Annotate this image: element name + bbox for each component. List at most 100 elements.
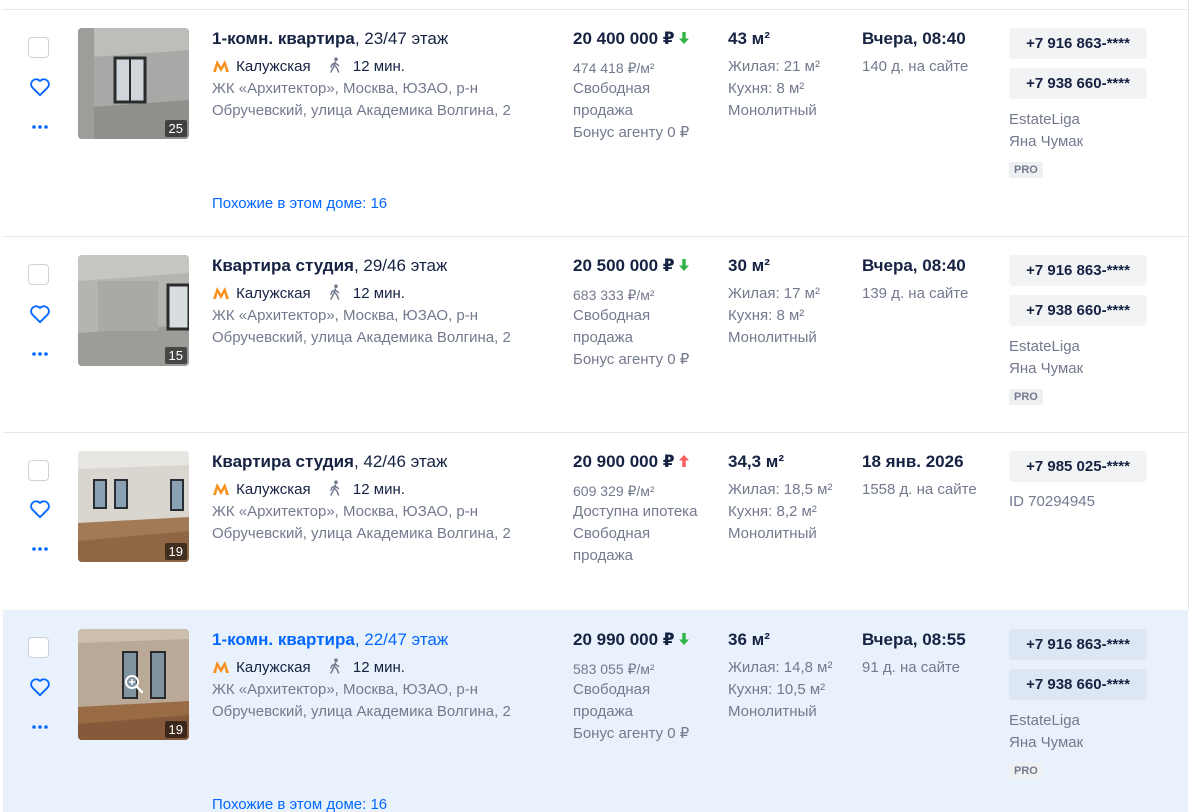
phone-button[interactable]: +7 938 660-**** [1009,669,1147,700]
walking-icon [330,480,339,496]
address-line: Обручевский, улица Академика Волгина, 2 [212,329,511,346]
agent-name: Яна Чумак [1009,734,1084,751]
listing-card[interactable]: 19 Квартира студия, 42/46 этаж Калужская… [3,433,1188,610]
price: 20 990 000 ₽ [573,630,689,650]
listing-photo[interactable]: 15 [78,255,189,366]
total-area: 36 м² [728,630,770,649]
price: 20 400 000 ₽ [573,29,689,49]
listing-card[interactable]: 25 1-комн. квартира, 23/47 этаж Калужска… [3,10,1188,236]
listing-title-link[interactable]: Квартира студия, 42/46 этаж [212,452,447,472]
price-down-icon [678,633,689,645]
metro-info: Калужская 12 мин. [212,480,405,498]
price-up-icon [678,455,689,467]
published-date: Вчера, 08:40 [862,29,966,48]
phone-button[interactable]: +7 938 660-**** [1009,68,1147,99]
kitchen-area: Кухня: 8,2 м² [728,503,817,520]
price-per-meter: 609 329 ₽/м² [573,483,655,499]
published-date: 18 янв. 2026 [862,452,964,471]
building-type: Монолитный [728,329,817,346]
favorite-heart-icon[interactable] [29,304,51,324]
metro-station: Калужская [236,58,311,75]
select-checkbox[interactable] [28,460,49,481]
favorite-heart-icon[interactable] [29,499,51,519]
listing-card[interactable]: 15 Квартира студия, 29/46 этаж Калужская… [3,237,1188,432]
days-on-site: 1558 д. на сайте [862,481,977,498]
more-options-icon[interactable] [31,723,49,731]
metro-info: Калужская 12 мин. [212,57,405,75]
sale-type: продажа [573,329,633,346]
sale-type: Свободная [573,681,651,698]
address-line: ЖК «Архитектор», Москва, ЮЗАО, р-н [212,681,479,698]
total-area: 34,3 м² [728,452,785,471]
agency-name[interactable]: EstateLiga [1009,109,1080,131]
listing-photo[interactable]: 19 [78,629,189,740]
select-checkbox[interactable] [28,637,49,658]
kitchen-area: Кухня: 8 м² [728,307,805,324]
total-area: 43 м² [728,29,770,48]
agent-name: Яна Чумак [1009,360,1084,377]
sale-type: продажа [573,547,633,564]
listing-table: 25 1-комн. квартира, 23/47 этаж Калужска… [0,0,1200,812]
price-down-icon [678,259,689,271]
phone-button[interactable]: +7 916 863-**** [1009,28,1147,59]
similar-in-building-link[interactable]: Похожие в этом доме: 16 [212,195,387,212]
walk-time: 12 мин. [352,285,405,302]
price: 20 900 000 ₽ [573,452,689,472]
zoom-icon[interactable] [124,674,144,694]
metro-icon [213,483,229,495]
sale-type: Свободная [573,307,651,324]
table-right-border [1188,0,1189,610]
sale-type: Свободная [573,525,651,542]
price: 20 500 000 ₽ [573,256,689,276]
metro-station: Калужская [236,481,311,498]
metro-icon [213,60,229,72]
address-line: Обручевский, улица Академика Волгина, 2 [212,703,511,720]
select-checkbox[interactable] [28,264,49,285]
address-line: ЖК «Архитектор», Москва, ЮЗАО, р-н [212,503,479,520]
mortgage-available: Доступна ипотека [573,503,698,520]
total-area: 30 м² [728,256,770,275]
days-on-site: 91 д. на сайте [862,659,960,676]
walking-icon [330,284,339,300]
metro-info: Калужская 12 мин. [212,284,405,302]
address-line: ЖК «Архитектор», Москва, ЮЗАО, р-н [212,80,479,97]
phone-button[interactable]: +7 985 025-**** [1009,451,1147,482]
photo-count: 25 [164,120,187,137]
listing-photo[interactable]: 19 [78,451,189,562]
agent-bonus: Бонус агенту 0 ₽ [573,725,690,742]
more-options-icon[interactable] [31,350,49,358]
address-line: ЖК «Архитектор», Москва, ЮЗАО, р-н [212,307,479,324]
days-on-site: 139 д. на сайте [862,285,969,302]
favorite-heart-icon[interactable] [29,677,51,697]
price-per-meter: 583 055 ₽/м² [573,661,655,677]
sale-type: Свободная [573,80,651,97]
phone-button[interactable]: +7 916 863-**** [1009,629,1147,660]
photo-count: 15 [164,347,187,364]
walking-icon [330,57,339,73]
address-line: Обручевский, улица Академика Волгина, 2 [212,525,511,542]
listing-title-link[interactable]: Квартира студия, 29/46 этаж [212,256,447,276]
more-options-icon[interactable] [31,123,49,131]
agency-name[interactable]: EstateLiga [1009,710,1080,732]
favorite-heart-icon[interactable] [29,77,51,97]
kitchen-area: Кухня: 10,5 м² [728,681,826,698]
agent-name: Яна Чумак [1009,133,1084,150]
similar-in-building-link[interactable]: Похожие в этом доме: 16 [212,796,387,812]
phone-button[interactable]: +7 938 660-**** [1009,295,1147,326]
agency-name[interactable]: EstateLiga [1009,336,1080,358]
listing-title-link[interactable]: 1-комн. квартира, 22/47 этаж [212,630,448,650]
metro-info: Калужская 12 мин. [212,658,405,676]
listing-card-highlighted[interactable]: 19 1-комн. квартира, 22/47 этаж Калужска… [3,610,1188,812]
select-checkbox[interactable] [28,37,49,58]
walking-icon [330,658,339,674]
published-date: Вчера, 08:40 [862,256,966,275]
more-options-icon[interactable] [31,545,49,553]
price-down-icon [678,32,689,44]
metro-icon [213,661,229,673]
listing-title-link[interactable]: 1-комн. квартира, 23/47 этаж [212,29,448,49]
phone-button[interactable]: +7 916 863-**** [1009,255,1147,286]
photo-count: 19 [164,721,187,738]
price-per-meter: 683 333 ₽/м² [573,287,655,303]
listing-photo[interactable]: 25 [78,28,189,139]
days-on-site: 140 д. на сайте [862,58,969,75]
